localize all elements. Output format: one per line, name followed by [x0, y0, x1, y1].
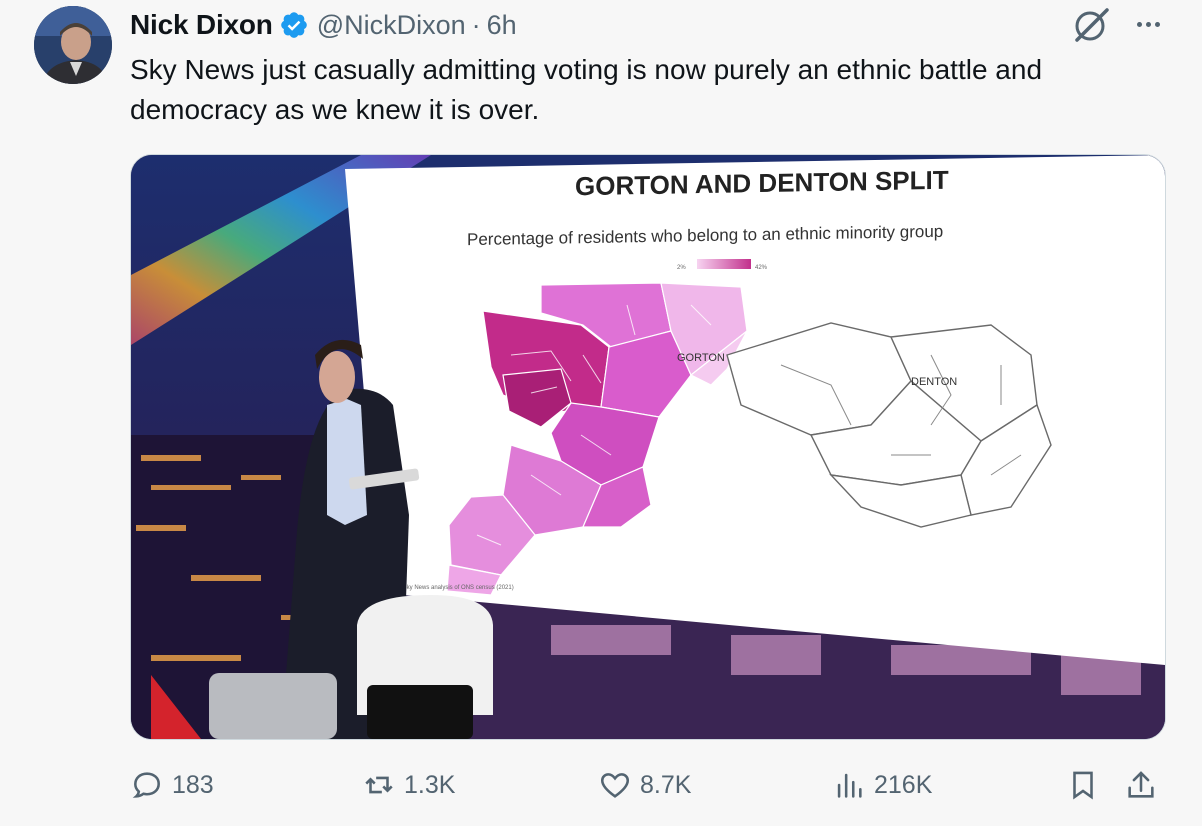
grok-icon[interactable]	[1069, 6, 1113, 46]
map-source: CE: Sky News analysis of ONS census (202…	[391, 585, 514, 591]
more-dot	[1154, 21, 1160, 27]
like-icon	[600, 773, 630, 798]
repost-count: 1.3K	[404, 770, 456, 799]
more-dot	[1145, 21, 1151, 27]
tablet-prop	[367, 685, 473, 739]
share-icon	[1128, 771, 1154, 798]
repost-button[interactable]: 1.3K	[362, 758, 455, 812]
verified-badge-icon	[280, 12, 307, 38]
separator-dot: ·	[471, 9, 481, 40]
reply-count: 183	[172, 770, 214, 799]
label-gorton: GORTON	[677, 352, 725, 364]
label-denton: DENTON	[911, 376, 957, 388]
tweet-header: Nick Dixon @NickDixon · 6h	[130, 8, 517, 42]
map-legend-bar	[697, 259, 751, 269]
share-button[interactable]	[1124, 758, 1158, 812]
reply-icon	[132, 772, 160, 798]
views-count: 216K	[874, 770, 933, 799]
views-button[interactable]: 216K	[832, 758, 932, 812]
more-icon[interactable]	[1128, 6, 1168, 42]
more-dot	[1136, 21, 1142, 27]
legend-min: 2%	[677, 265, 686, 271]
views-icon	[837, 773, 862, 798]
repost-icon	[365, 776, 393, 794]
like-count: 8.7K	[640, 770, 692, 799]
author-avatar[interactable]	[34, 6, 112, 84]
bookmark-icon	[1073, 771, 1093, 800]
tweet-time[interactable]: 6h	[487, 10, 517, 41]
tweet-media[interactable]: GORTON AND DENTON SPLIT Percentage of re…	[130, 154, 1166, 740]
laptop-prop	[209, 673, 337, 739]
like-button[interactable]: 8.7K	[598, 758, 691, 812]
author-name[interactable]: Nick Dixon	[130, 9, 273, 41]
author-handle[interactable]: @NickDixon	[317, 10, 466, 41]
bookmark-button[interactable]	[1066, 758, 1100, 812]
tweet-actions: 183 1.3K 8.7K 216K	[0, 758, 1202, 812]
media-image: GORTON AND DENTON SPLIT Percentage of re…	[131, 155, 1165, 739]
avatar-image	[34, 6, 112, 84]
reply-button[interactable]: 183	[130, 758, 214, 812]
tweet-text: Sky News just casually admitting voting …	[130, 54, 1043, 125]
legend-max: 42%	[755, 265, 768, 271]
